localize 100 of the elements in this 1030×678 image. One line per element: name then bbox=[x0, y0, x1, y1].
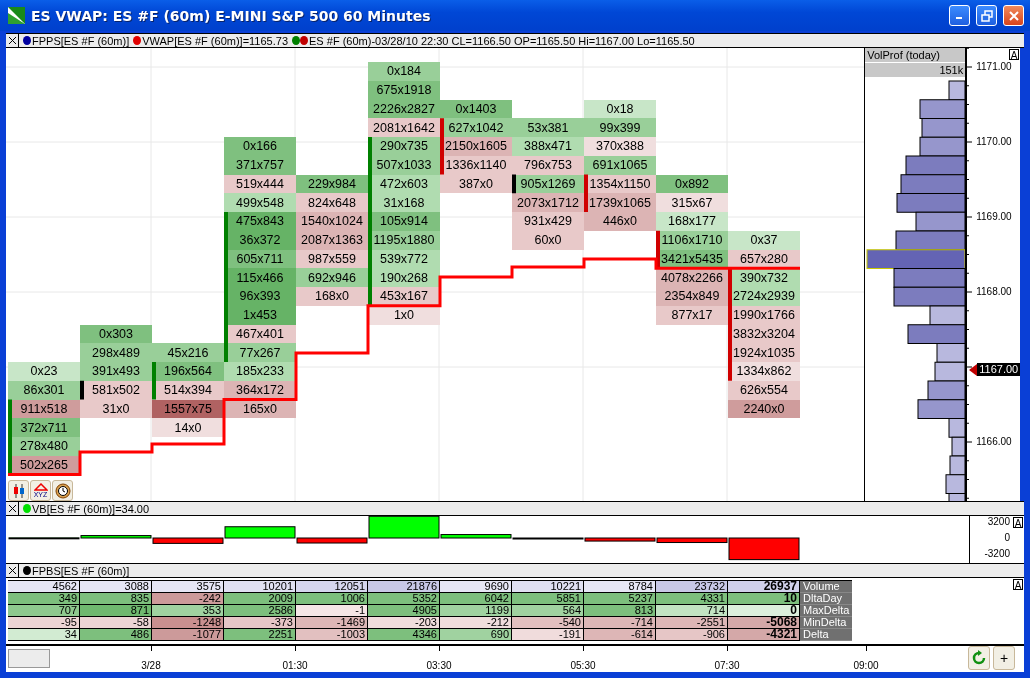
candlestick-icon[interactable] bbox=[8, 480, 29, 501]
zoom-button[interactable]: + bbox=[993, 646, 1015, 670]
time-label: 01:30 bbox=[282, 660, 308, 671]
table-cell: 5237 bbox=[584, 593, 656, 605]
table-cell: 353 bbox=[152, 605, 224, 617]
table-cell: 3088 bbox=[80, 581, 152, 593]
table-cell: 2586 bbox=[224, 605, 296, 617]
table-cell: 12051 bbox=[296, 581, 368, 593]
table-cell: 8784 bbox=[584, 581, 656, 593]
footprint-cell: 388x471 bbox=[512, 137, 584, 156]
table-cell: 4331 bbox=[656, 593, 728, 605]
footprint-cell: 446x0 bbox=[584, 212, 656, 231]
footprint-cell: 45x216 bbox=[152, 343, 224, 362]
table-cell: 707 bbox=[8, 605, 80, 617]
table-cell: 0 bbox=[728, 605, 800, 617]
profile-title: VolProf (today) bbox=[865, 48, 966, 62]
table-cell: 9690 bbox=[440, 581, 512, 593]
footprint-cell: 2081x1642 bbox=[368, 118, 440, 137]
table-cell: -5068 bbox=[728, 617, 800, 629]
footprint-cell: 185x233 bbox=[224, 362, 296, 381]
table-cell: -906 bbox=[656, 629, 728, 641]
table-cell: 21876 bbox=[368, 581, 440, 593]
table-cell: -614 bbox=[584, 629, 656, 641]
footprint-cell: 168x0 bbox=[296, 287, 368, 306]
candle-body bbox=[440, 118, 444, 175]
autoscale-button[interactable]: A bbox=[1013, 517, 1023, 528]
price-label: 1168.00 bbox=[976, 286, 1012, 297]
candle-body bbox=[80, 380, 84, 400]
table-cell: -58 bbox=[80, 617, 152, 629]
table-cell: 26937 bbox=[728, 581, 800, 593]
table-cell: 690 bbox=[440, 629, 512, 641]
row-label: MaxDelta bbox=[800, 605, 852, 617]
minimize-button[interactable] bbox=[949, 5, 970, 26]
footprint-cell: 370x388 bbox=[584, 137, 656, 156]
footprint-cell: 692x946 bbox=[296, 268, 368, 287]
autoscale-button[interactable]: A bbox=[1013, 579, 1023, 590]
table-cell: 10221 bbox=[512, 581, 584, 593]
close-button[interactable] bbox=[1003, 5, 1024, 26]
restore-button[interactable] bbox=[976, 5, 997, 26]
table-cell: 5352 bbox=[368, 593, 440, 605]
refresh-icon[interactable] bbox=[968, 646, 990, 670]
footprint-cell: 0x892 bbox=[656, 174, 728, 194]
table-cell: -373 bbox=[224, 617, 296, 629]
legend-text: VB[ES #F (60m)]=34.00 bbox=[31, 502, 150, 515]
legend-text: FPPS[ES #F (60m)] bbox=[31, 34, 130, 47]
table-cell: 34 bbox=[8, 629, 80, 641]
table-cell: 4562 bbox=[8, 581, 80, 593]
price-label: 1171.00 bbox=[976, 61, 1012, 72]
price-label: 1169.00 bbox=[976, 211, 1012, 222]
footprint-cell: 0x18 bbox=[584, 99, 656, 119]
time-label: 07:30 bbox=[714, 660, 740, 671]
footprint-cell: 824x648 bbox=[296, 193, 368, 212]
footprint-cell: 0x303 bbox=[80, 324, 152, 344]
window-title: ES VWAP: ES #F (60m) E-MINI S&P 500 60 Minutes bbox=[31, 7, 432, 24]
row-label: Delta bbox=[800, 629, 852, 641]
footprint-cell: 2073x1712 bbox=[512, 193, 584, 212]
table-cell: 4346 bbox=[368, 629, 440, 641]
table-cell: 835 bbox=[80, 593, 152, 605]
close-icon[interactable] bbox=[6, 564, 19, 577]
empty-field[interactable] bbox=[8, 649, 50, 668]
table-cell: 1006 bbox=[296, 593, 368, 605]
close-icon[interactable] bbox=[6, 502, 19, 515]
time-label: 3/28 bbox=[141, 660, 161, 671]
table-cell: -1248 bbox=[152, 617, 224, 629]
time-label: 09:00 bbox=[853, 660, 879, 671]
table-cell: -540 bbox=[512, 617, 584, 629]
time-label: 03:30 bbox=[426, 660, 452, 671]
table-cell: 4905 bbox=[368, 605, 440, 617]
footprint-cell: 14x0 bbox=[152, 418, 224, 437]
triangle-icon bbox=[33, 483, 48, 491]
time-label: 05:30 bbox=[570, 660, 596, 671]
table-cell: 6042 bbox=[440, 593, 512, 605]
footprint-cell: 0x1403 bbox=[440, 99, 512, 119]
table-cell: 3575 bbox=[152, 581, 224, 593]
candle-body bbox=[656, 230, 660, 269]
axis-label: 0 bbox=[1004, 532, 1010, 544]
table-cell: 871 bbox=[80, 605, 152, 617]
table-cell: -242 bbox=[152, 593, 224, 605]
candle-body bbox=[152, 362, 156, 400]
table-cell: -203 bbox=[368, 617, 440, 629]
row-label: Volume bbox=[800, 581, 852, 593]
autoscale-button[interactable]: A bbox=[1009, 49, 1019, 60]
restore-icon bbox=[980, 9, 993, 22]
close-icon bbox=[1007, 9, 1020, 22]
legend-text: VWAP[ES #F (60m)]=1165.73 bbox=[141, 34, 289, 47]
close-icon[interactable] bbox=[6, 34, 19, 47]
footprint-cell: 53x381 bbox=[512, 118, 584, 137]
profile-total: 151k bbox=[865, 62, 966, 77]
footprint-cell: 0x166 bbox=[224, 137, 296, 156]
candle-body bbox=[584, 174, 588, 212]
footprint-cell: 229x984 bbox=[296, 174, 368, 194]
table-cell: 5851 bbox=[512, 593, 584, 605]
table-cell: 2009 bbox=[224, 593, 296, 605]
table-cell: -1003 bbox=[296, 629, 368, 641]
table-cell: -1 bbox=[296, 605, 368, 617]
clock-icon[interactable] bbox=[52, 480, 73, 501]
table-cell: -4321 bbox=[728, 629, 800, 641]
table-cell: 23732 bbox=[656, 581, 728, 593]
footprint-cell: 315x67 bbox=[656, 193, 728, 212]
footprint-cell: 168x177 bbox=[656, 212, 728, 231]
